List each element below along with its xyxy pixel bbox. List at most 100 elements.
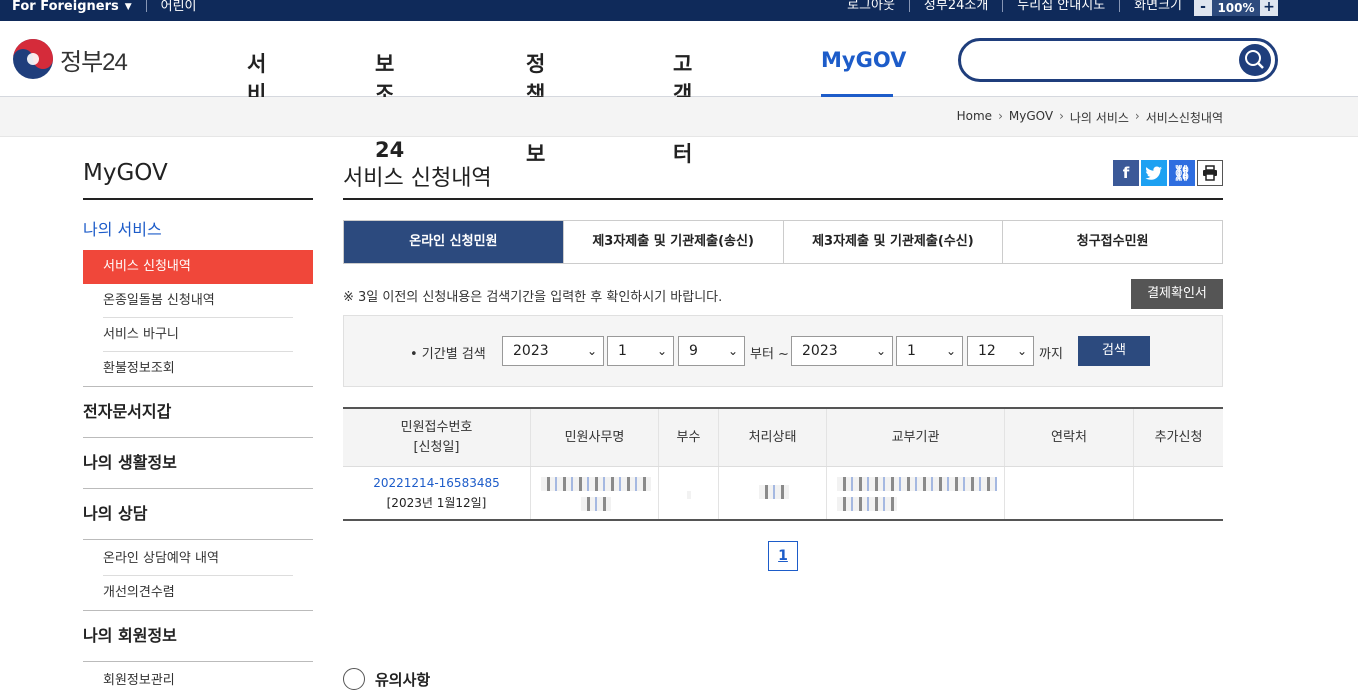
link-copy-icon[interactable]: ⛓ bbox=[1169, 160, 1195, 186]
chevron-down-icon: ⌄ bbox=[656, 344, 667, 358]
cell-copies bbox=[658, 467, 718, 519]
application-date: [2023년 1월12일] bbox=[386, 496, 487, 510]
zoom-out-button[interactable]: - bbox=[1194, 0, 1212, 16]
cell-receipt: 20221214-16583485 [2023년 1월12일] bbox=[343, 467, 530, 519]
for-foreigners-link[interactable]: For Foreigners bbox=[12, 0, 119, 14]
tab-claim-receipt[interactable]: 청구접수민원 bbox=[1002, 221, 1222, 263]
taegeuk-logo-icon bbox=[13, 39, 53, 79]
redacted-text bbox=[581, 497, 611, 511]
logout-link[interactable]: 로그아웃 bbox=[847, 0, 895, 12]
sitemap-link[interactable]: 누리집 안내지도 bbox=[1017, 0, 1105, 12]
redacted-text bbox=[687, 491, 691, 499]
logo-text: 정부24 bbox=[60, 48, 128, 76]
sidebar-member-list: 회원정보관리 bbox=[83, 661, 313, 698]
period-notice: ※ 3일 이전의 신청내용은 검색기간을 입력한 후 확인하시기 바랍니다. bbox=[343, 290, 723, 305]
page-1-button[interactable]: 1 bbox=[768, 541, 798, 571]
payment-confirm-button[interactable]: 결제확인서 bbox=[1131, 279, 1223, 309]
sidebar-group-member[interactable]: 나의 회원정보 bbox=[83, 610, 313, 661]
search-button[interactable] bbox=[1239, 44, 1271, 76]
sidebar-title: MyGOV bbox=[83, 160, 313, 200]
sidebar-item-service-basket[interactable]: 서비스 바구니 bbox=[83, 318, 313, 352]
sidebar-item-refund[interactable]: 환불정보조회 bbox=[83, 352, 313, 386]
table-row: 20221214-16583485 [2023년 1월12일] bbox=[343, 467, 1223, 521]
from-year-value: 2023 bbox=[513, 343, 549, 359]
main-header: 정부24 서비스 보조금24 정책정보 고객센터 MyGOV bbox=[0, 21, 1358, 166]
cell-issuing-agency bbox=[826, 467, 1004, 519]
breadcrumb-home[interactable]: Home bbox=[957, 109, 992, 126]
search-icon bbox=[1245, 50, 1264, 69]
until-label: 까지 bbox=[1039, 347, 1063, 362]
caution-label: 유의사항 bbox=[375, 670, 431, 689]
receipt-number-link[interactable]: 20221214-16583485 bbox=[373, 473, 500, 493]
table-header: 민원접수번호 [신청일] 민원사무명 부수 처리상태 교부기관 연락처 추가신청 bbox=[343, 409, 1223, 467]
screen-size-label: 화면크기 bbox=[1134, 0, 1182, 13]
col-status: 처리상태 bbox=[718, 409, 826, 466]
zoom-in-button[interactable]: + bbox=[1260, 0, 1278, 16]
cell-status bbox=[718, 467, 826, 519]
to-day-value: 12 bbox=[978, 343, 996, 359]
redacted-text bbox=[759, 485, 789, 499]
application-table: 민원접수번호 [신청일] 민원사무명 부수 처리상태 교부기관 연락처 추가신청… bbox=[343, 407, 1223, 521]
breadcrumb-current: 서비스신청내역 bbox=[1145, 111, 1223, 125]
print-icon[interactable] bbox=[1197, 160, 1223, 186]
to-month-select[interactable]: 1 ⌄ bbox=[896, 336, 963, 366]
share-buttons: f ⛓ bbox=[1113, 160, 1223, 186]
period-search-button[interactable]: 검색 bbox=[1078, 336, 1150, 366]
sidebar-item-feedback[interactable]: 개선의견수렴 bbox=[83, 576, 313, 610]
zoom-control: - 100% + bbox=[1194, 0, 1278, 16]
sidebar-group-consult[interactable]: 나의 상담 bbox=[83, 488, 313, 539]
sidebar-item-consult-reservation[interactable]: 온라인 상담예약 내역 bbox=[83, 542, 313, 576]
kids-link[interactable]: 어린이 bbox=[161, 0, 197, 14]
facebook-icon[interactable]: f bbox=[1113, 160, 1139, 186]
divider bbox=[145, 0, 147, 12]
divider bbox=[908, 0, 910, 12]
tab-third-party-received[interactable]: 제3자제출 및 기관제출(수신) bbox=[782, 221, 1003, 263]
to-month-value: 1 bbox=[907, 343, 916, 359]
sidebar-consult-list: 온라인 상담예약 내역 개선의견수렴 bbox=[83, 539, 313, 610]
breadcrumb-bar: Home › MyGOV › 나의 서비스 › 서비스신청내역 bbox=[0, 97, 1358, 137]
from-year-select[interactable]: 2023 ⌄ bbox=[502, 336, 604, 366]
chevron-down-icon: ⌄ bbox=[875, 344, 886, 358]
info-circle-icon bbox=[343, 668, 365, 690]
from-day-select[interactable]: 9 ⌄ bbox=[678, 336, 745, 366]
col-date-label: [신청일] bbox=[413, 439, 460, 455]
sidebar-item-member-manage[interactable]: 회원정보관리 bbox=[83, 664, 313, 698]
from-month-select[interactable]: 1 ⌄ bbox=[607, 336, 674, 366]
chevron-down-icon: ⌄ bbox=[586, 344, 597, 358]
breadcrumb-mygov[interactable]: MyGOV bbox=[1009, 109, 1053, 126]
main-content: 서비스 신청내역 f ⛓ 온라인 신청민원 제3자제출 및 기관제출(송신) 제… bbox=[343, 160, 1223, 690]
tab-third-party-sent[interactable]: 제3자제출 및 기관제출(송신) bbox=[562, 221, 783, 263]
sidebar-item-care-history[interactable]: 온종일돌봄 신청내역 bbox=[83, 284, 313, 318]
site-logo[interactable]: 정부24 bbox=[12, 38, 128, 80]
breadcrumb-my-services[interactable]: 나의 서비스 bbox=[1070, 109, 1129, 126]
cell-service-name bbox=[530, 467, 658, 519]
col-contact: 연락처 bbox=[1004, 409, 1133, 466]
to-day-select[interactable]: 12 ⌄ bbox=[967, 336, 1034, 366]
from-month-value: 1 bbox=[618, 343, 627, 359]
breadcrumb: Home › MyGOV › 나의 서비스 › 서비스신청내역 bbox=[957, 109, 1223, 126]
chevron-down-icon[interactable]: ▼ bbox=[125, 0, 132, 14]
chevron-right-icon: › bbox=[998, 109, 1003, 123]
col-issuing-agency: 교부기관 bbox=[826, 409, 1004, 466]
col-copies: 부수 bbox=[658, 409, 718, 466]
divider bbox=[1119, 0, 1121, 12]
sidebar-section-my-services[interactable]: 나의 서비스 bbox=[83, 216, 313, 250]
twitter-icon[interactable] bbox=[1141, 160, 1167, 186]
search-box bbox=[958, 38, 1278, 82]
chevron-down-icon: ⌄ bbox=[1016, 344, 1027, 358]
from-day-value: 9 bbox=[689, 343, 698, 359]
zoom-value: 100% bbox=[1212, 0, 1260, 16]
tab-online-application[interactable]: 온라인 신청민원 bbox=[344, 221, 563, 263]
sidebar-group-wallet[interactable]: 전자문서지갑 bbox=[83, 386, 313, 437]
sidebar-group-life-info[interactable]: 나의 생활정보 bbox=[83, 437, 313, 488]
about-link[interactable]: 정부24소개 bbox=[924, 0, 988, 12]
search-input[interactable] bbox=[977, 47, 1237, 73]
nav-mygov[interactable]: MyGOV bbox=[821, 48, 906, 72]
period-filter: • 기간별 검색 2023 ⌄ 1 ⌄ 9 ⌄ 부터 ~ 2023 ⌄ 1 ⌄ 12 ⌄ 까… bbox=[343, 315, 1223, 387]
sidebar-item-service-history[interactable]: 서비스 신청내역 bbox=[83, 250, 313, 284]
page-title: 서비스 신청내역 bbox=[343, 166, 492, 191]
to-year-select[interactable]: 2023 ⌄ bbox=[791, 336, 893, 366]
chevron-right-icon: › bbox=[1059, 109, 1064, 123]
chevron-down-icon: ⌄ bbox=[945, 344, 956, 358]
col-additional: 추가신청 bbox=[1133, 409, 1223, 466]
